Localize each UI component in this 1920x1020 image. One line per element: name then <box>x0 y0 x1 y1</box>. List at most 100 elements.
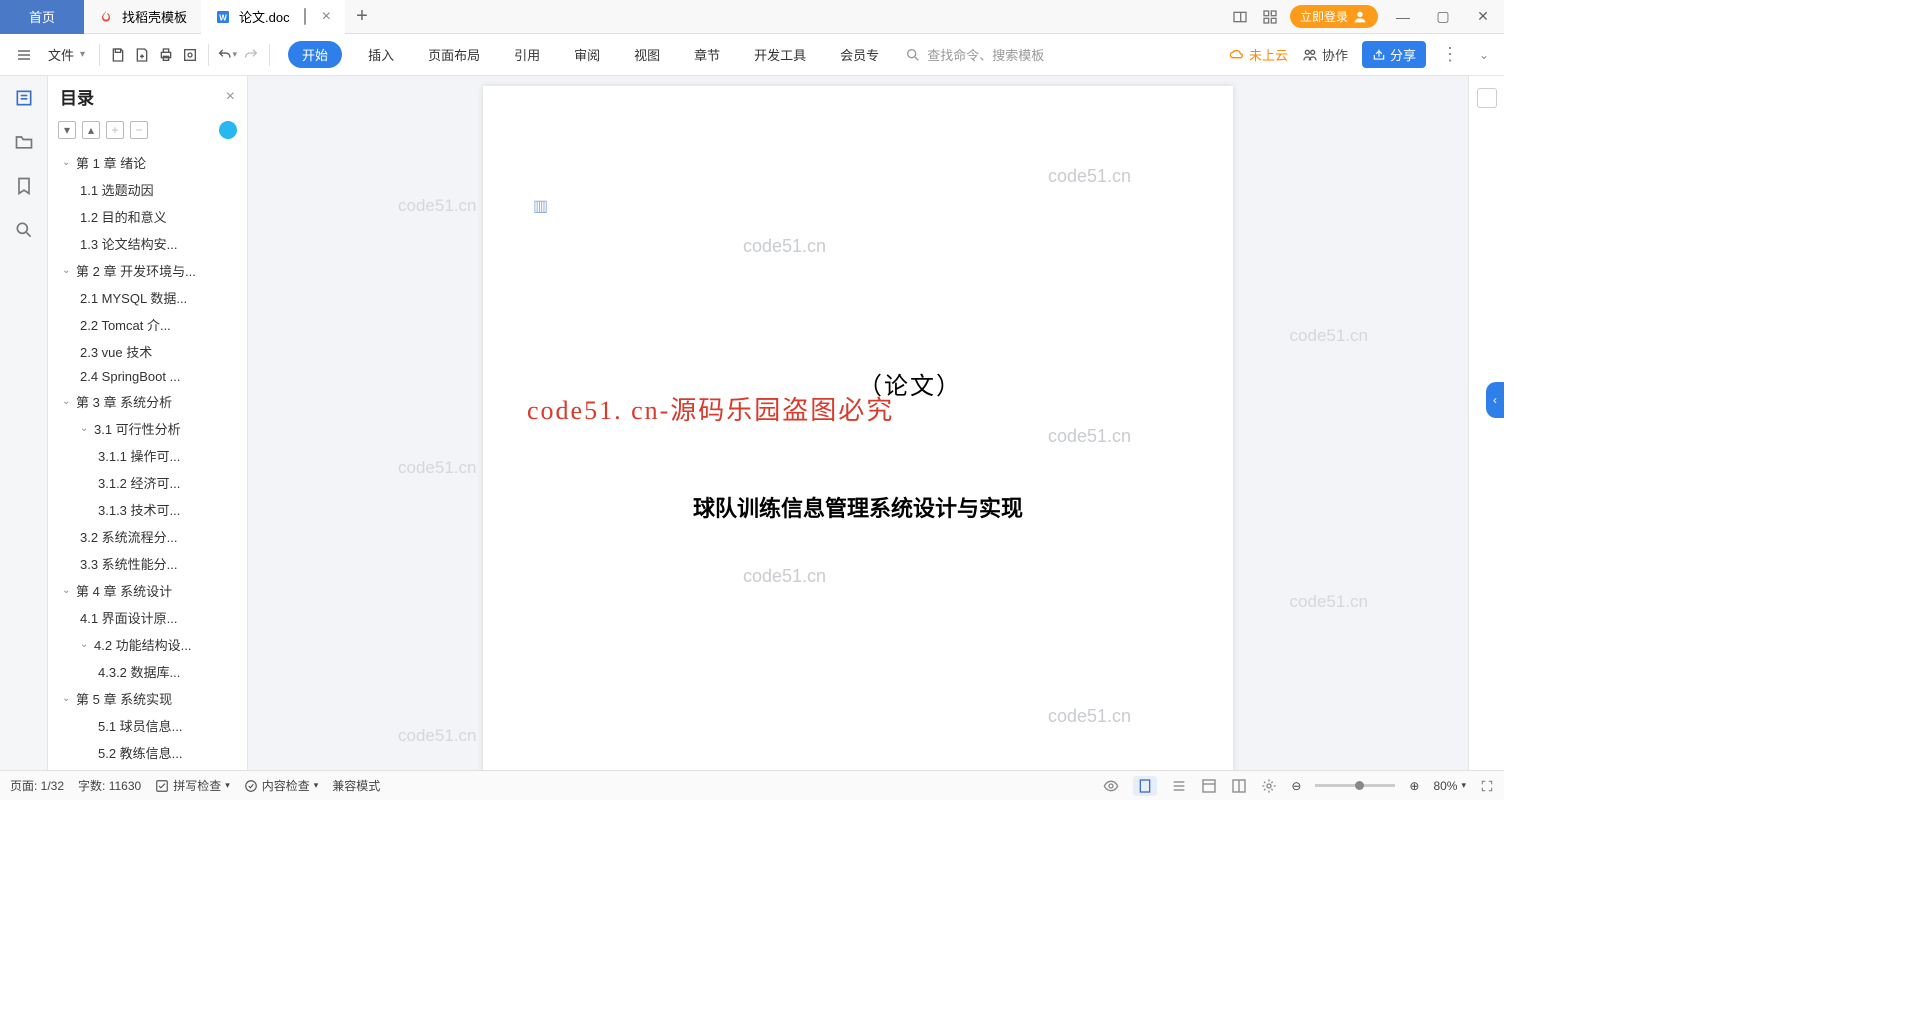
toc-item[interactable]: 2.3 vue 技术 <box>54 338 241 365</box>
add-tab-button[interactable]: + <box>345 5 379 28</box>
flame-icon <box>98 9 114 25</box>
command-search[interactable]: 查找命令、搜索模板 <box>905 45 1044 64</box>
print-preview-icon[interactable] <box>180 45 200 65</box>
toc-item[interactable]: ⌄第 4 章 系统设计 <box>54 577 241 604</box>
share-button[interactable]: 分享 <box>1362 41 1426 68</box>
add-heading-icon[interactable]: + <box>106 121 124 139</box>
view-outline-icon[interactable] <box>1171 778 1187 794</box>
ribbon-tab-insert[interactable]: 插入 <box>360 41 402 68</box>
document-viewport[interactable]: code51.cn code51.cn code51.cn code51.cn … <box>248 76 1468 770</box>
ribbon-tab-member[interactable]: 会员专 <box>832 41 887 68</box>
zoom-slider[interactable] <box>1315 784 1395 787</box>
toc-item[interactable]: ⌄第 5 章 系统实现 <box>54 685 241 712</box>
fullscreen-icon[interactable] <box>1480 779 1494 793</box>
toc-item[interactable]: 2.2 Tomcat 介... <box>54 311 241 338</box>
view-split-icon[interactable] <box>1231 778 1247 794</box>
file-menu[interactable]: 文件▾ <box>42 34 91 76</box>
ribbon-tab-layout[interactable]: 页面布局 <box>420 41 488 68</box>
toc-item[interactable]: 3.1.2 经济可... <box>54 469 241 496</box>
toc-item[interactable]: 4.3.2 数据库... <box>54 658 241 685</box>
toc-item[interactable]: 3.1.3 技术可... <box>54 496 241 523</box>
toc-item[interactable]: ⌄第 3 章 系统分析 <box>54 388 241 415</box>
ribbon-tab-devtools[interactable]: 开发工具 <box>746 41 814 68</box>
cloud-status[interactable]: 未上云 <box>1229 45 1288 64</box>
toc-item[interactable]: 5.2 教练信息... <box>54 739 241 766</box>
toc-item[interactable]: 1.1 选题动因 <box>54 176 241 203</box>
toc-item[interactable]: 3.3 系统性能分... <box>54 550 241 577</box>
zoom-level[interactable]: 80% ▾ <box>1433 779 1466 793</box>
ribbon-tab-reference[interactable]: 引用 <box>506 41 548 68</box>
layout-icon[interactable] <box>1230 7 1250 27</box>
toc-item[interactable]: 5.1 球员信息... <box>54 712 241 739</box>
login-button[interactable]: 立即登录 <box>1290 5 1378 28</box>
maximize-button[interactable]: ▢ <box>1428 8 1458 25</box>
outline-icon[interactable] <box>14 88 34 108</box>
hamburger-menu[interactable] <box>10 34 38 76</box>
toc-item[interactable]: ⌄第 1 章 绪论 <box>54 149 241 176</box>
view-page-icon[interactable] <box>1133 776 1157 796</box>
zoom-in-button[interactable]: ⊕ <box>1409 779 1419 793</box>
bookmark-icon[interactable] <box>14 176 34 196</box>
print-icon[interactable] <box>156 45 176 65</box>
ribbon-tab-review[interactable]: 审阅 <box>566 41 608 68</box>
right-tool-icon[interactable] <box>1477 88 1497 108</box>
word-count[interactable]: 字数: 11630 <box>78 777 141 794</box>
toc-item[interactable]: 3.2 系统流程分... <box>54 523 241 550</box>
tab-home[interactable]: 首页 <box>0 0 84 34</box>
toc-item[interactable]: ⌄3.1 可行性分析 <box>54 415 241 442</box>
toc-item[interactable]: 4.1 界面设计原... <box>54 604 241 631</box>
view-web-icon[interactable] <box>1201 778 1217 794</box>
toc-item[interactable]: ⌄第 2 章 开发环境与... <box>54 257 241 284</box>
content-check-toggle[interactable]: 内容检查▾ <box>244 777 319 794</box>
collab-button[interactable]: 协作 <box>1302 45 1348 64</box>
collapse-all-icon[interactable]: ▾ <box>58 121 76 139</box>
page-indicator[interactable]: 页面: 1/32 <box>10 777 64 794</box>
ribbon-tabs: 开始 插入 页面布局 引用 审阅 视图 章节 开发工具 会员专 <box>288 41 887 68</box>
search-panel-icon[interactable] <box>14 220 34 240</box>
settings-icon[interactable] <box>1261 778 1277 794</box>
ribbon-tab-section[interactable]: 章节 <box>686 41 728 68</box>
remove-heading-icon[interactable]: − <box>130 121 148 139</box>
page-corner-icon: ▥ <box>533 196 548 216</box>
zoom-out-button[interactable]: ⊖ <box>1291 779 1301 793</box>
save-icon[interactable] <box>108 45 128 65</box>
expand-all-icon[interactable]: ▴ <box>82 121 100 139</box>
toc-close-icon[interactable]: × <box>226 88 235 106</box>
toc-item[interactable]: 3.1.1 操作可... <box>54 442 241 469</box>
save-as-icon[interactable] <box>132 45 152 65</box>
apps-icon[interactable] <box>1260 7 1280 27</box>
chevron-down-icon: ⌄ <box>62 585 72 596</box>
ribbon-tab-start[interactable]: 开始 <box>288 41 342 68</box>
watermark: code51.cn <box>1048 166 1131 187</box>
reading-mode-icon[interactable] <box>1103 778 1119 794</box>
folder-icon[interactable] <box>14 132 34 152</box>
toc-item[interactable]: 1.3 论文结构安... <box>54 230 241 257</box>
toolbar-right: 未上云 协作 分享 ⋮ ⌄ <box>1229 41 1494 68</box>
window-close-button[interactable]: ✕ <box>1468 8 1498 25</box>
toc-item-label: 3.1.2 经济可... <box>98 473 180 492</box>
more-icon[interactable]: ⋮ <box>1440 45 1460 65</box>
toc-item[interactable]: 2.4 SpringBoot ... <box>54 365 241 388</box>
right-drawer-handle[interactable]: ‹ <box>1486 382 1504 418</box>
ai-assistant-icon[interactable] <box>219 121 237 139</box>
minimize-button[interactable]: — <box>1388 9 1418 25</box>
tab-templates[interactable]: 找稻壳模板 <box>84 0 201 34</box>
undo-icon[interactable]: ▾ <box>217 45 237 65</box>
watermark: code51.cn <box>398 726 476 746</box>
toc-item-label: 第 5 章 系统实现 <box>76 689 172 708</box>
tab-document[interactable]: W 论文.doc × <box>201 0 345 34</box>
collapse-ribbon-icon[interactable]: ⌄ <box>1474 45 1494 65</box>
toc-item[interactable]: 2.1 MYSQL 数据... <box>54 284 241 311</box>
redo-icon[interactable] <box>241 45 261 65</box>
toc-item[interactable]: ⌄4.2 功能结构设... <box>54 631 241 658</box>
statusbar: 页面: 1/32 字数: 11630 拼写检查▾ 内容检查▾ 兼容模式 ⊖ ⊕ … <box>0 770 1504 800</box>
watermark: code51.cn <box>1290 592 1368 612</box>
spellcheck-toggle[interactable]: 拼写检查▾ <box>155 777 230 794</box>
toc-item-label: 2.4 SpringBoot ... <box>80 369 180 384</box>
close-icon[interactable]: × <box>322 8 331 26</box>
ribbon-tab-view[interactable]: 视图 <box>626 41 668 68</box>
present-icon[interactable] <box>304 9 306 24</box>
toc-item-label: 第 1 章 绪论 <box>76 153 146 172</box>
titlebar-right: 立即登录 — ▢ ✕ <box>1230 5 1504 28</box>
toc-item[interactable]: 1.2 目的和意义 <box>54 203 241 230</box>
